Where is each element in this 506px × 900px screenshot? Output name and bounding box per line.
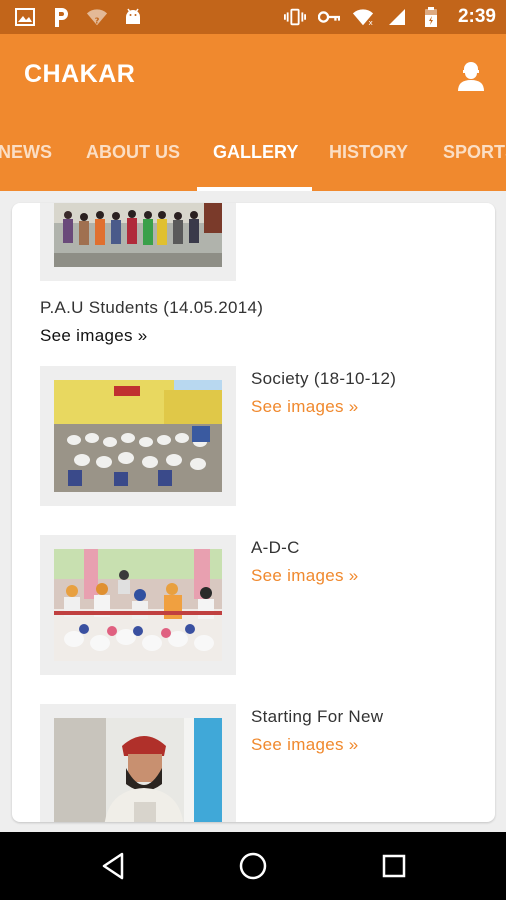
- gallery-photo: [54, 549, 222, 661]
- gallery-thumbnail[interactable]: [40, 704, 236, 822]
- tab-indicator: [197, 187, 312, 191]
- recents-icon: [382, 854, 406, 878]
- key-icon: [317, 6, 340, 28]
- wifi-unknown-icon: ?: [86, 6, 108, 28]
- p-app-icon: [50, 6, 72, 28]
- tab-about-us[interactable]: ABOUT US: [86, 126, 180, 188]
- tab-history[interactable]: HISTORY: [329, 126, 408, 188]
- gallery-thumbnail[interactable]: [40, 535, 236, 675]
- user-icon: [458, 62, 484, 91]
- recents-button[interactable]: [378, 850, 410, 882]
- gallery-photo: [54, 380, 222, 492]
- app-bar: CHAKAR NEWS ABOUT US GALLERY HISTORY SPO…: [0, 34, 506, 191]
- gallery-photo: [54, 203, 222, 267]
- status-time: 2:39: [457, 6, 496, 27]
- see-images-link[interactable]: See images »: [251, 397, 359, 417]
- home-button[interactable]: [237, 850, 269, 882]
- tab-bar: NEWS ABOUT US GALLERY HISTORY SPORTS: [0, 126, 506, 191]
- status-bar: ? x 2:39: [0, 0, 506, 34]
- image-icon: [14, 6, 36, 28]
- back-button[interactable]: [98, 850, 130, 882]
- navigation-bar: [0, 832, 506, 900]
- gallery-item-title: Society (18-10-12): [251, 369, 397, 388]
- back-icon: [102, 852, 124, 880]
- tab-sports[interactable]: SPORTS: [443, 126, 506, 188]
- android-icon: [122, 6, 144, 28]
- gallery-thumbnail[interactable]: [40, 203, 236, 281]
- gallery-thumbnail[interactable]: [40, 366, 236, 506]
- see-images-link[interactable]: See images »: [251, 735, 359, 755]
- tab-news[interactable]: NEWS: [0, 126, 52, 188]
- profile-button[interactable]: [456, 58, 486, 92]
- app-title: CHAKAR: [24, 60, 136, 88]
- tab-gallery[interactable]: GALLERY: [213, 126, 298, 188]
- svg-text:?: ?: [95, 15, 100, 25]
- gallery-item-title: Starting For New: [251, 707, 384, 726]
- gallery-card[interactable]: P.A.U Students (14.05.2014) See images »: [12, 203, 495, 822]
- home-icon: [239, 852, 267, 880]
- gallery-photo: [54, 718, 222, 822]
- vibrate-icon: [283, 6, 306, 28]
- see-images-link[interactable]: See images »: [251, 566, 359, 586]
- gallery-item-title: P.A.U Students (14.05.2014): [40, 298, 264, 317]
- see-images-link[interactable]: See images »: [40, 326, 148, 346]
- gallery-item-title: A-D-C: [251, 538, 300, 557]
- battery-icon: [420, 6, 442, 28]
- wifi-icon: x: [352, 6, 374, 28]
- signal-icon: [386, 6, 408, 28]
- svg-text:x: x: [368, 18, 373, 27]
